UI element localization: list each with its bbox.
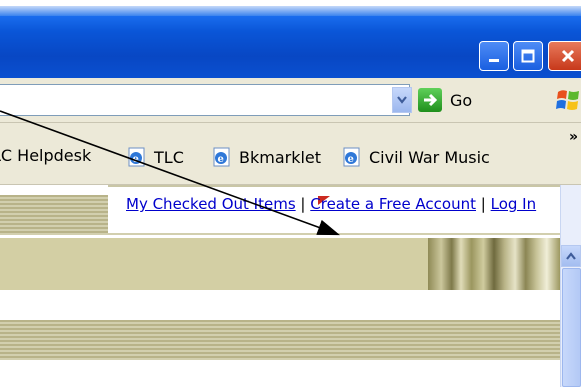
nav-separator: | xyxy=(300,195,306,213)
svg-text:e: e xyxy=(348,154,354,165)
link-bkmarklet[interactable]: e Bkmarklet xyxy=(211,146,321,168)
chevron-up-icon xyxy=(566,252,576,260)
more-links-chevron[interactable]: » xyxy=(569,129,578,145)
link-tlc[interactable]: e TLC xyxy=(126,146,184,168)
nav-separator: | xyxy=(480,195,486,213)
scroll-up-button[interactable] xyxy=(561,245,581,267)
close-icon xyxy=(561,49,575,63)
window-titlebar xyxy=(0,0,581,78)
scrollbar-thumb[interactable] xyxy=(562,268,581,387)
log-in-link[interactable]: Log In xyxy=(491,195,537,213)
link-label: Bkmarklet xyxy=(239,147,322,167)
lower-stripe xyxy=(0,320,560,360)
ie-page-icon: e xyxy=(343,147,360,167)
address-input[interactable] xyxy=(0,84,410,116)
ie-page-icon: e xyxy=(128,147,145,167)
titlebar-highlight xyxy=(0,6,581,16)
link-lc-helpdesk[interactable]: LC Helpdesk xyxy=(0,146,91,165)
books-image xyxy=(428,238,560,290)
minimize-icon xyxy=(489,59,499,62)
maximize-button[interactable] xyxy=(513,41,543,71)
link-label: LC Helpdesk xyxy=(0,146,92,165)
links-toolbar: » LC Helpdesk e TLC e Bkmarklet e Civil … xyxy=(0,123,581,185)
address-dropdown-button[interactable] xyxy=(392,87,412,113)
ie-page-icon: e xyxy=(213,147,230,167)
maximize-icon xyxy=(521,49,535,63)
svg-text:e: e xyxy=(218,154,224,165)
my-checked-out-items-link[interactable]: My Checked Out Items xyxy=(126,195,296,213)
svg-text:e: e xyxy=(133,154,139,165)
address-toolbar: Go xyxy=(0,78,581,123)
go-arrow-icon xyxy=(418,88,442,112)
account-links-row: My Checked Out Items | Create a Free Acc… xyxy=(126,195,536,213)
link-label: Civil War Music xyxy=(369,147,490,167)
go-label: Go xyxy=(450,90,473,110)
windows-logo-icon xyxy=(556,90,579,110)
minimize-button[interactable] xyxy=(479,41,509,71)
go-button[interactable]: Go xyxy=(418,86,518,114)
page-content: My Checked Out Items | Create a Free Acc… xyxy=(0,185,560,387)
create-account-link[interactable]: Create a Free Account xyxy=(310,195,476,213)
close-button[interactable] xyxy=(548,41,581,71)
link-label: TLC xyxy=(154,147,184,167)
link-civil-war-music[interactable]: e Civil War Music xyxy=(341,146,490,168)
chevron-down-icon xyxy=(397,96,407,104)
